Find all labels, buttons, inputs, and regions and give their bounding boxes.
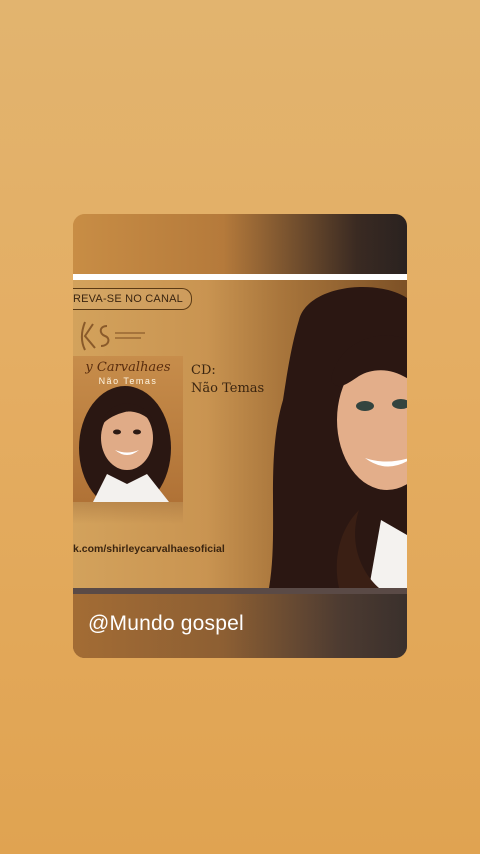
caption-text: @Mundo gospel bbox=[88, 612, 244, 635]
subscribe-badge: REVA-SE NO CANAL bbox=[73, 288, 192, 310]
singer-portrait-icon bbox=[269, 287, 407, 588]
album-reflection bbox=[73, 502, 183, 524]
facebook-url: k.com/shirleycarvalhaesoficial bbox=[73, 543, 225, 555]
album-name: Não Temas bbox=[98, 376, 158, 386]
subscribe-text: REVA-SE NO CANAL bbox=[73, 293, 183, 305]
cd-label: CD: bbox=[191, 363, 216, 378]
album-artist: y Carvalhaes bbox=[85, 360, 171, 375]
video-thumbnail[interactable]: REVA-SE NO CANAL y Carvalhaes Não Temas bbox=[73, 280, 407, 588]
cd-info: CD: Não Temas bbox=[191, 362, 264, 398]
cd-title: Não Temas bbox=[191, 381, 265, 396]
card-top-bar bbox=[73, 214, 407, 274]
caption-bar: @Mundo gospel bbox=[73, 594, 407, 658]
ks-logo-icon bbox=[81, 321, 145, 351]
album-cover: y Carvalhaes Não Temas bbox=[73, 356, 183, 502]
story-card[interactable]: REVA-SE NO CANAL y Carvalhaes Não Temas bbox=[73, 214, 407, 658]
